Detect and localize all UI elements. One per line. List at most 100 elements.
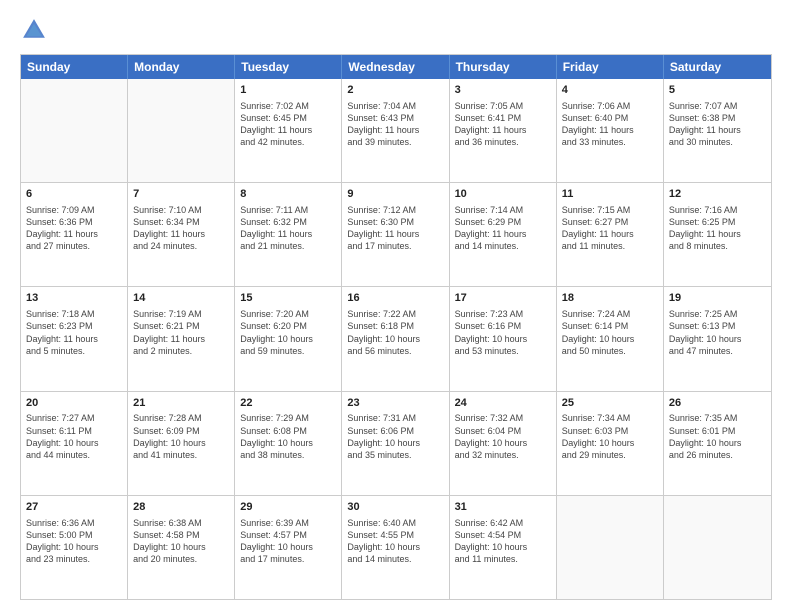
day-cell-8: 8 Sunrise: 7:11 AMSunset: 6:32 PMDaylight… [235,183,342,286]
cell-line: and 35 minutes. [347,449,443,461]
logo [20,16,52,44]
cell-line: Sunset: 6:11 PM [26,425,122,437]
cell-line: Sunrise: 6:38 AM [133,517,229,529]
day-number: 17 [455,291,551,306]
day-cell-21: 21Sunrise: 7:28 AMSunset: 6:09 PMDayligh… [128,392,235,495]
cell-line: Sunrise: 7:14 AM [455,204,551,216]
cell-line: Sunrise: 7:32 AM [455,412,551,424]
day-cell-14: 14Sunrise: 7:19 AMSunset: 6:21 PMDayligh… [128,287,235,390]
cell-line: Sunset: 6:41 PM [455,112,551,124]
weekday-header-thursday: Thursday [450,55,557,79]
weekday-header-saturday: Saturday [664,55,771,79]
cell-line: and 39 minutes. [347,136,443,148]
cell-line: Sunrise: 7:05 AM [455,100,551,112]
cell-line: Sunset: 6:04 PM [455,425,551,437]
cell-line: Sunset: 6:09 PM [133,425,229,437]
cell-line: Daylight: 11 hours [240,124,336,136]
day-cell-27: 27Sunrise: 6:36 AMSunset: 5:00 PMDayligh… [21,496,128,599]
cell-line: Sunset: 6:45 PM [240,112,336,124]
day-cell-20: 20Sunrise: 7:27 AMSunset: 6:11 PMDayligh… [21,392,128,495]
cell-line: Sunrise: 6:42 AM [455,517,551,529]
cell-line: Sunset: 6:14 PM [562,320,658,332]
cell-line: Daylight: 11 hours [669,124,766,136]
day-number: 18 [562,291,658,306]
cell-line: Daylight: 10 hours [669,333,766,345]
day-cell-11: 11Sunrise: 7:15 AMSunset: 6:27 PMDayligh… [557,183,664,286]
cell-line: Sunset: 6:30 PM [347,216,443,228]
cell-line: Daylight: 10 hours [347,437,443,449]
day-cell-22: 22Sunrise: 7:29 AMSunset: 6:08 PMDayligh… [235,392,342,495]
cell-line: and 50 minutes. [562,345,658,357]
cell-line: Daylight: 11 hours [133,228,229,240]
cell-line: Sunrise: 7:23 AM [455,308,551,320]
cell-line: Sunset: 6:08 PM [240,425,336,437]
cell-line: Sunset: 6:01 PM [669,425,766,437]
cell-line: Sunset: 6:27 PM [562,216,658,228]
day-number: 30 [347,500,443,515]
empty-cell [557,496,664,599]
day-number: 20 [26,396,122,411]
cell-line: Daylight: 11 hours [455,228,551,240]
cell-line: Sunrise: 6:36 AM [26,517,122,529]
cell-line: Sunset: 6:23 PM [26,320,122,332]
day-number: 3 [455,83,551,98]
cell-line: Daylight: 10 hours [455,333,551,345]
cell-line: Sunrise: 7:31 AM [347,412,443,424]
empty-cell [21,79,128,182]
cell-line: Daylight: 11 hours [562,124,658,136]
empty-cell [664,496,771,599]
empty-cell [128,79,235,182]
cell-line: and 59 minutes. [240,345,336,357]
cell-line: and 24 minutes. [133,240,229,252]
cell-line: and 20 minutes. [133,553,229,565]
cell-line: Daylight: 11 hours [26,333,122,345]
cell-line: Sunrise: 7:11 AM [240,204,336,216]
cell-line: Daylight: 11 hours [347,228,443,240]
cell-line: Daylight: 10 hours [455,541,551,553]
day-cell-28: 28Sunrise: 6:38 AMSunset: 4:58 PMDayligh… [128,496,235,599]
day-number: 16 [347,291,443,306]
day-number: 27 [26,500,122,515]
cell-line: Daylight: 10 hours [133,437,229,449]
cell-line: Daylight: 11 hours [347,124,443,136]
day-cell-15: 15Sunrise: 7:20 AMSunset: 6:20 PMDayligh… [235,287,342,390]
cell-line: and 11 minutes. [562,240,658,252]
day-cell-29: 29Sunrise: 6:39 AMSunset: 4:57 PMDayligh… [235,496,342,599]
day-cell-9: 9Sunrise: 7:12 AMSunset: 6:30 PMDaylight… [342,183,449,286]
cell-line: and 29 minutes. [562,449,658,461]
day-cell-2: 2Sunrise: 7:04 AMSunset: 6:43 PMDaylight… [342,79,449,182]
cell-line: Sunset: 4:54 PM [455,529,551,541]
day-number: 29 [240,500,336,515]
cell-line: Sunset: 6:32 PM [240,216,336,228]
day-cell-24: 24Sunrise: 7:32 AMSunset: 6:04 PMDayligh… [450,392,557,495]
cell-line: Sunset: 6:38 PM [669,112,766,124]
weekday-header-monday: Monday [128,55,235,79]
day-cell-26: 26Sunrise: 7:35 AMSunset: 6:01 PMDayligh… [664,392,771,495]
cell-line: Daylight: 10 hours [26,437,122,449]
day-number: 8 [240,187,336,202]
cell-line: Sunrise: 7:12 AM [347,204,443,216]
cell-line: Daylight: 11 hours [240,228,336,240]
cell-line: Sunset: 6:21 PM [133,320,229,332]
cell-line: Sunset: 6:29 PM [455,216,551,228]
day-cell-10: 10Sunrise: 7:14 AMSunset: 6:29 PMDayligh… [450,183,557,286]
day-cell-3: 3Sunrise: 7:05 AMSunset: 6:41 PMDaylight… [450,79,557,182]
cell-line: and 56 minutes. [347,345,443,357]
cell-line: Sunrise: 7:06 AM [562,100,658,112]
cell-line: Sunrise: 7:19 AM [133,308,229,320]
cell-line: Sunrise: 7:28 AM [133,412,229,424]
day-number: 5 [669,83,766,98]
cell-line: Daylight: 10 hours [240,437,336,449]
cell-line: Sunset: 4:55 PM [347,529,443,541]
calendar-row-3: 20Sunrise: 7:27 AMSunset: 6:11 PMDayligh… [21,391,771,495]
cell-line: and 27 minutes. [26,240,122,252]
cell-line: Sunset: 6:13 PM [669,320,766,332]
cell-line: Daylight: 11 hours [562,228,658,240]
cell-line: Daylight: 10 hours [562,437,658,449]
day-cell-7: 7Sunrise: 7:10 AMSunset: 6:34 PMDaylight… [128,183,235,286]
calendar-body: 1Sunrise: 7:02 AMSunset: 6:45 PMDaylight… [21,79,771,599]
cell-line: and 41 minutes. [133,449,229,461]
cell-line: Sunrise: 7:22 AM [347,308,443,320]
cell-line: Sunrise: 7:10 AM [133,204,229,216]
cell-line: and 17 minutes. [347,240,443,252]
